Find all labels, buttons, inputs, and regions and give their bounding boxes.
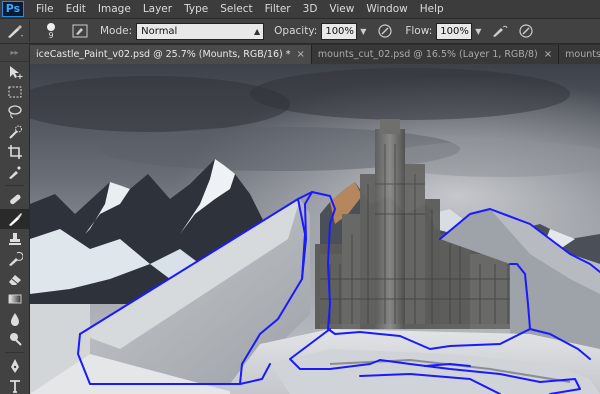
opacity-pressure-toggle[interactable] [375,21,395,41]
document-tab-bar: iceCastle_Paint_v02.psd @ 25.7% (Mounts,… [30,44,600,64]
pen-tool-icon[interactable] [0,356,30,376]
tool-preset-picker[interactable] [0,20,30,42]
clone-stamp-tool-icon[interactable] [0,229,30,249]
artwork-ice-castle [30,64,600,394]
marquee-tool-icon[interactable] [0,82,30,102]
flow-label: Flow: [405,25,433,37]
tab-document-active[interactable]: iceCastle_Paint_v02.psd @ 25.7% (Mounts,… [30,45,312,64]
brush-panel-toggle[interactable] [70,21,90,41]
toolbar-divider [5,185,24,186]
brush-tip-icon [47,22,55,31]
flow-input[interactable]: 100% [436,22,473,40]
dodge-tool-icon[interactable] [0,329,30,349]
mode-label: Mode: [100,25,133,37]
history-brush-tool-icon[interactable] [0,249,30,269]
airbrush-icon [493,25,508,37]
blend-mode-value: Normal [141,25,178,37]
blur-tool-icon[interactable] [0,309,30,329]
pressure-opacity-icon [378,24,392,38]
brush-tool-icon [7,25,23,38]
toolbar-divider [5,352,24,353]
brush-preset-picker[interactable]: 9 [38,21,64,41]
blend-mode-select[interactable]: Normal ▲ [136,22,265,40]
flow-dropdown-icon[interactable]: ▼ [472,23,484,40]
opacity-input[interactable]: 100% [321,22,358,40]
menu-view[interactable]: View [323,3,360,15]
menu-type[interactable]: Type [178,3,214,15]
size-pressure-toggle[interactable] [516,21,536,41]
eyedropper-tool-icon[interactable] [0,162,30,182]
menu-image[interactable]: Image [92,3,137,15]
close-icon[interactable]: × [544,49,552,60]
menu-window[interactable]: Window [360,3,413,15]
photoshop-logo: Ps [2,1,24,17]
tab-document[interactable]: mounts_cut_01.psd × [559,45,600,64]
brush-size-value: 9 [48,30,54,40]
tab-label: iceCastle_Paint_v02.psd @ 25.7% (Mounts,… [36,49,291,60]
menu-file[interactable]: File [30,3,60,15]
menu-layer[interactable]: Layer [137,3,178,15]
menu-bar: Ps File Edit Image Layer Type Select Fil… [0,0,600,18]
panel-grip-icon[interactable]: ▸▸ [0,44,29,62]
options-bar: 9 Mode: Normal ▲ Opacity: 100% ▼ Flow: 1… [0,18,600,44]
crop-tool-icon[interactable] [0,142,30,162]
close-icon[interactable]: × [297,49,305,60]
brush-tool-icon[interactable] [0,209,30,229]
brush-panel-icon [72,24,88,38]
airbrush-toggle[interactable] [490,21,510,41]
tab-label: mounts_cut_02.psd @ 16.5% (Layer 1, RGB/… [317,49,538,60]
move-tool-icon[interactable] [0,62,30,82]
menu-help[interactable]: Help [414,3,450,15]
healing-brush-tool-icon[interactable] [0,189,30,209]
quick-select-tool-icon[interactable] [0,122,30,142]
menu-select[interactable]: Select [214,3,258,15]
menu-filter[interactable]: Filter [259,3,297,15]
tools-panel: ▸▸ [0,44,30,394]
lasso-tool-icon[interactable] [0,102,30,122]
tab-document[interactable]: mounts_cut_02.psd @ 16.5% (Layer 1, RGB/… [311,45,560,64]
gradient-tool-icon[interactable] [0,289,30,309]
opacity-dropdown-icon[interactable]: ▼ [357,23,369,40]
menu-edit[interactable]: Edit [60,3,92,15]
chevron-down-icon: ▲ [254,26,261,36]
menu-3d[interactable]: 3D [297,3,324,15]
tab-label: mounts_cut_01.psd [565,49,600,60]
pressure-size-icon [519,24,533,38]
type-tool-icon[interactable] [0,376,30,394]
opacity-label: Opacity: [274,25,318,37]
document-canvas[interactable] [30,64,600,394]
eraser-tool-icon[interactable] [0,269,30,289]
